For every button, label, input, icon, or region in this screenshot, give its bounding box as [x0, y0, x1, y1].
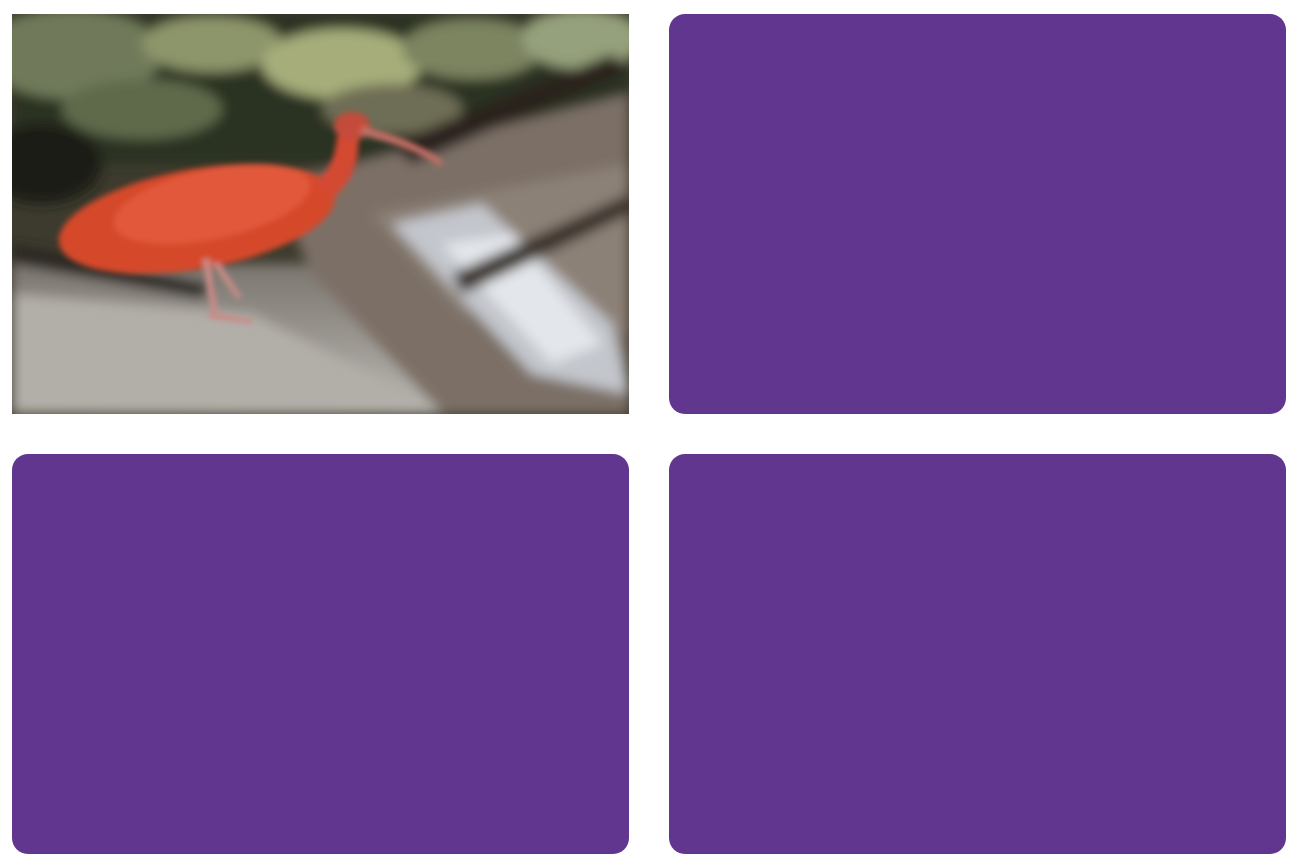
card-face-down[interactable]: [12, 454, 629, 854]
card-face-down[interactable]: [669, 14, 1286, 414]
memory-game-board: [0, 0, 1300, 866]
scarlet-ibis-image: [12, 14, 629, 414]
card-face-down[interactable]: [669, 454, 1286, 854]
card-face-up[interactable]: [12, 14, 629, 414]
